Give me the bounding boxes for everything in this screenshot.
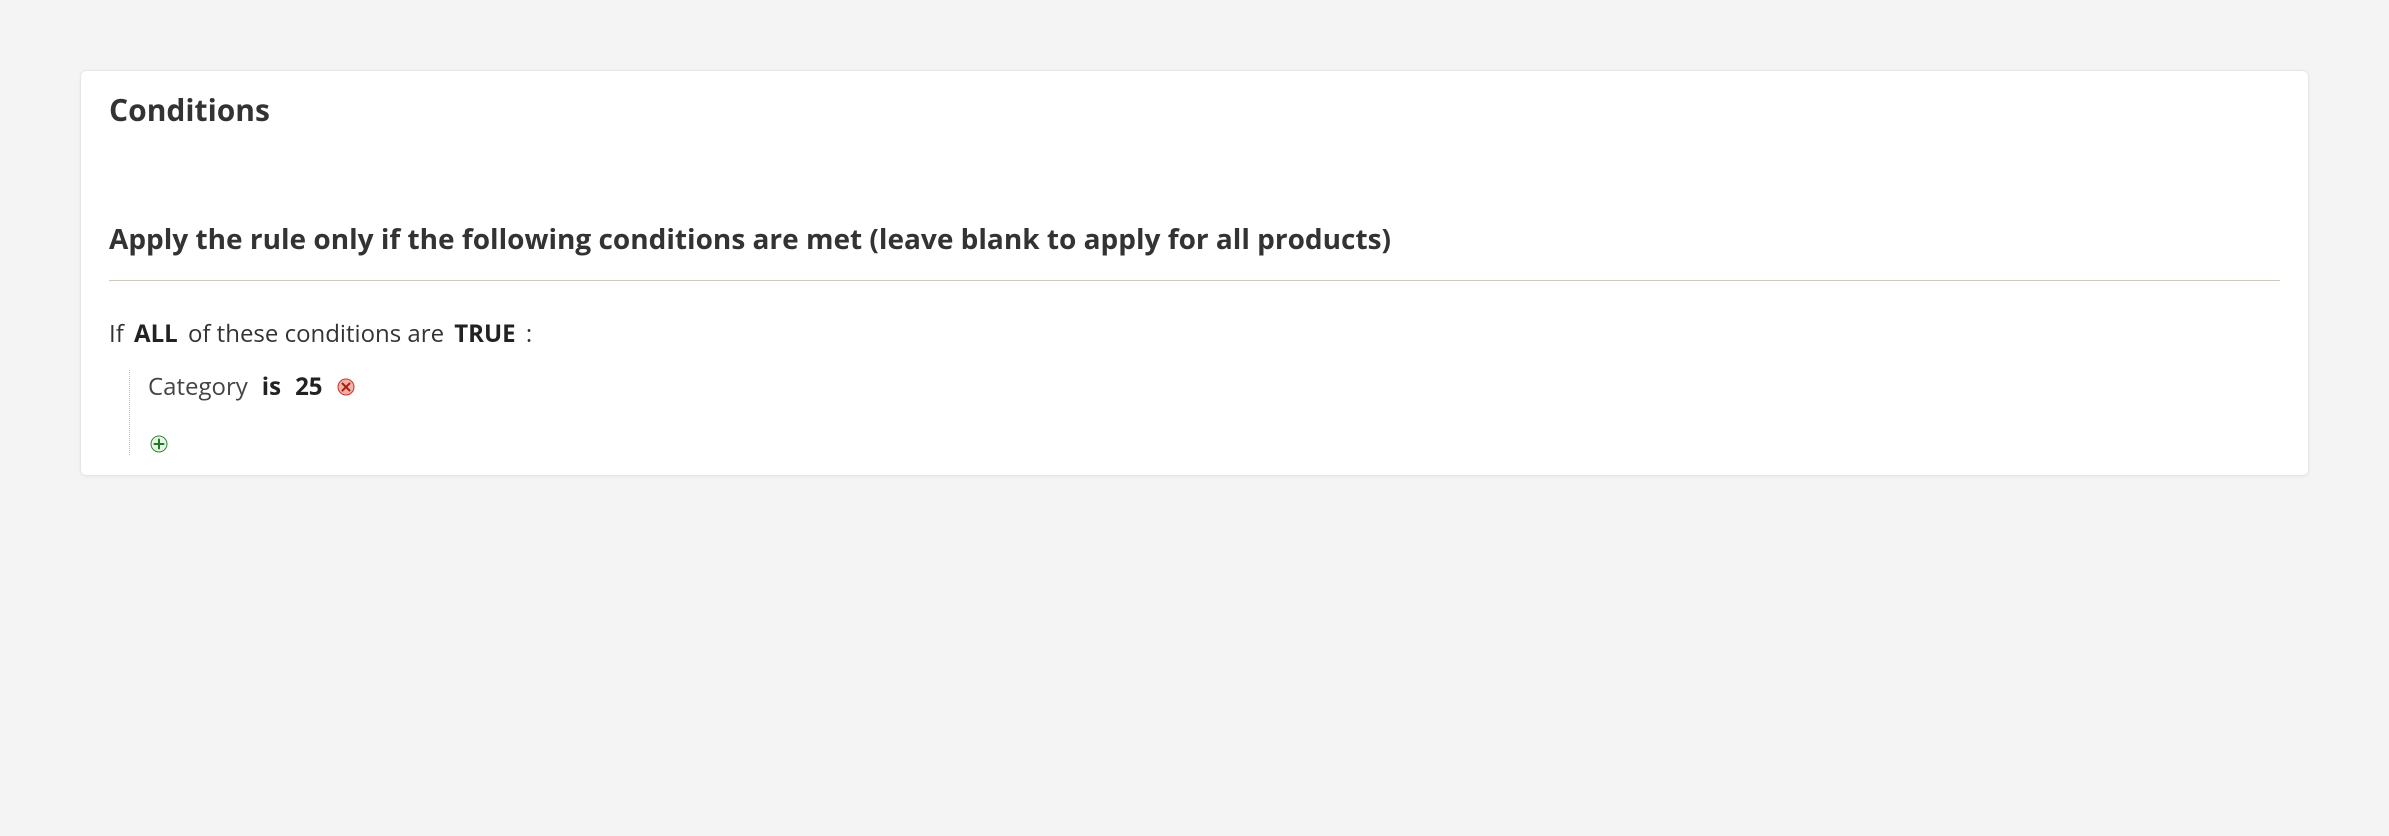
condition-row: Category is 25 — [148, 370, 2280, 403]
condition-attribute[interactable]: Category — [148, 370, 250, 403]
condition-root-suffix: : — [526, 317, 532, 350]
condition-value-selector[interactable]: TRUE — [450, 317, 519, 350]
condition-operator[interactable]: is — [260, 370, 283, 403]
condition-children: Category is 25 — [129, 370, 2280, 455]
condition-aggregator[interactable]: ALL — [130, 317, 182, 350]
remove-condition-button[interactable] — [335, 376, 357, 398]
panel-title: Conditions — [109, 89, 2280, 130]
condition-root-prefix: If — [109, 317, 124, 350]
condition-value[interactable]: 25 — [293, 370, 324, 403]
add-condition-row — [148, 431, 2280, 455]
section-heading: Apply the rule only if the following con… — [109, 220, 2280, 258]
conditions-panel: Conditions Apply the rule only if the fo… — [80, 70, 2309, 476]
section-divider — [109, 280, 2280, 281]
condition-root-middle: of these conditions are — [188, 317, 444, 350]
remove-icon — [337, 378, 355, 396]
add-condition-button[interactable] — [148, 433, 170, 455]
add-icon — [150, 435, 168, 453]
condition-root: If ALL of these conditions are TRUE : — [109, 317, 2280, 350]
